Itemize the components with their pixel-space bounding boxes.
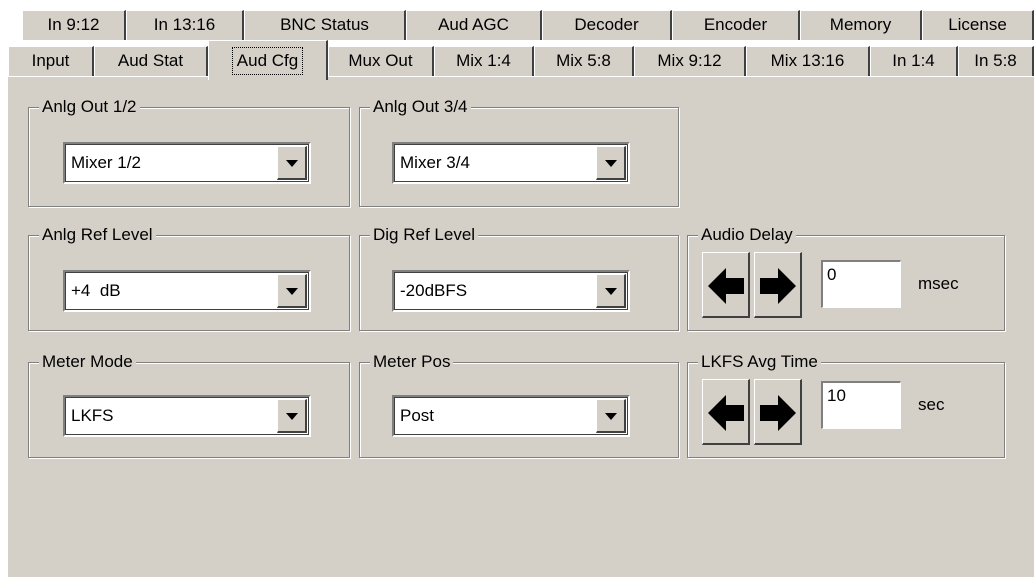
tab-label: BNC Status bbox=[280, 15, 369, 34]
tab-label: License bbox=[948, 15, 1007, 34]
lkfs-avg-time-input[interactable]: 10 bbox=[821, 381, 901, 429]
tab-input[interactable]: Input bbox=[8, 46, 94, 76]
meter-mode-group: Meter Mode LKFS bbox=[28, 351, 350, 458]
audio-delay-group: Audio Delay 0 msec bbox=[687, 224, 1005, 331]
anlg-out-12-select[interactable]: Mixer 1/2 bbox=[63, 142, 311, 184]
audio-delay-input[interactable]: 0 bbox=[821, 260, 901, 308]
select-value: Mixer 1/2 bbox=[71, 153, 141, 172]
group-title: Meter Pos bbox=[370, 351, 454, 373]
dig-ref-level-select[interactable]: -20dBFS bbox=[392, 270, 630, 312]
tab-label: Aud Stat bbox=[117, 51, 184, 70]
tab-mix-9-12[interactable]: Mix 9:12 bbox=[634, 46, 746, 76]
dropdown-triangle-icon bbox=[286, 413, 298, 420]
group-title: Dig Ref Level bbox=[370, 224, 479, 246]
audio-delay-decrease-button[interactable] bbox=[702, 252, 750, 318]
tab-label: Mix 5:8 bbox=[556, 51, 611, 70]
left-arrow-icon bbox=[708, 268, 744, 304]
tab-aud-agc[interactable]: Aud AGC bbox=[406, 10, 542, 40]
anlg-ref-level-group: Anlg Ref Level +4 dB bbox=[28, 224, 350, 331]
group-title: Meter Mode bbox=[39, 351, 136, 373]
right-arrow-icon bbox=[760, 268, 796, 304]
meter-pos-group: Meter Pos Post bbox=[359, 351, 679, 458]
tab-label: Mux Out bbox=[348, 51, 413, 70]
tab-label: Input bbox=[31, 51, 70, 70]
select-value: Mixer 3/4 bbox=[400, 153, 470, 172]
tab-in-9-12[interactable]: In 9:12 bbox=[22, 10, 126, 40]
tab-label: Mix 9:12 bbox=[657, 51, 722, 70]
dropdown-triangle-icon bbox=[605, 160, 617, 167]
dropdown-button[interactable] bbox=[596, 399, 626, 433]
aud-cfg-panel: Anlg Out 1/2 Mixer 1/2 Anlg Out 3/4 Mixe… bbox=[7, 76, 1034, 577]
tab-mix-1-4[interactable]: Mix 1:4 bbox=[434, 46, 534, 76]
tab-label: Aud Cfg bbox=[231, 47, 304, 75]
dropdown-triangle-icon bbox=[605, 413, 617, 420]
anlg-ref-level-select[interactable]: +4 dB bbox=[63, 270, 311, 312]
dropdown-triangle-icon bbox=[286, 288, 298, 295]
dropdown-button[interactable] bbox=[596, 146, 626, 180]
tab-in-1-4[interactable]: In 1:4 bbox=[870, 46, 958, 76]
tab-label: Aud AGC bbox=[438, 15, 509, 34]
dig-ref-level-group: Dig Ref Level -20dBFS bbox=[359, 224, 679, 331]
audio-delay-increase-button[interactable] bbox=[754, 252, 802, 318]
tab-memory[interactable]: Memory bbox=[800, 10, 922, 40]
select-value: LKFS bbox=[71, 406, 114, 425]
group-title: Anlg Ref Level bbox=[39, 224, 156, 246]
tab-label: In 1:4 bbox=[892, 51, 935, 70]
right-arrow-icon bbox=[760, 395, 796, 431]
tab-bnc-status[interactable]: BNC Status bbox=[244, 10, 406, 40]
lkfs-avg-time-unit: sec bbox=[918, 395, 945, 414]
lkfs-avg-time-decrease-button[interactable] bbox=[702, 379, 750, 445]
tab-label: In 5:8 bbox=[974, 51, 1017, 70]
tab-aud-stat[interactable]: Aud Stat bbox=[94, 46, 208, 76]
tab-mix-13-16[interactable]: Mix 13:16 bbox=[746, 46, 870, 76]
group-title: LKFS Avg Time bbox=[698, 351, 821, 373]
select-value: +4 dB bbox=[71, 281, 121, 300]
tab-in-13-16[interactable]: In 13:16 bbox=[126, 10, 244, 40]
tab-mix-5-8[interactable]: Mix 5:8 bbox=[534, 46, 634, 76]
dropdown-triangle-icon bbox=[286, 160, 298, 167]
dropdown-button[interactable] bbox=[277, 146, 307, 180]
select-value: Post bbox=[400, 406, 435, 425]
tab-label: In 9:12 bbox=[47, 15, 100, 34]
dropdown-button[interactable] bbox=[277, 274, 307, 308]
tab-label: Decoder bbox=[574, 15, 639, 34]
select-value: -20dBFS bbox=[400, 281, 468, 300]
meter-pos-select[interactable]: Post bbox=[392, 395, 630, 437]
anlg-out-34-group: Anlg Out 3/4 Mixer 3/4 bbox=[359, 96, 679, 207]
group-title: Anlg Out 1/2 bbox=[39, 96, 140, 118]
tab-decoder[interactable]: Decoder bbox=[542, 10, 672, 40]
left-arrow-icon bbox=[708, 395, 744, 431]
group-title: Anlg Out 3/4 bbox=[370, 96, 471, 118]
tab-encoder[interactable]: Encoder bbox=[672, 10, 800, 40]
anlg-out-34-select[interactable]: Mixer 3/4 bbox=[392, 142, 630, 184]
tab-label: Mix 1:4 bbox=[456, 51, 511, 70]
tab-label: Mix 13:16 bbox=[770, 51, 845, 70]
dropdown-triangle-icon bbox=[605, 288, 617, 295]
lkfs-avg-time-group: LKFS Avg Time 10 sec bbox=[687, 351, 1005, 458]
tab-in-5-8[interactable]: In 5:8 bbox=[958, 46, 1034, 76]
meter-mode-select[interactable]: LKFS bbox=[63, 395, 311, 437]
anlg-out-12-group: Anlg Out 1/2 Mixer 1/2 bbox=[28, 96, 350, 207]
tab-aud-cfg[interactable]: Aud Cfg bbox=[208, 40, 328, 80]
tab-license[interactable]: License bbox=[922, 10, 1034, 40]
tab-label: Encoder bbox=[703, 15, 768, 34]
lkfs-avg-time-increase-button[interactable] bbox=[754, 379, 802, 445]
dropdown-button[interactable] bbox=[277, 399, 307, 433]
tab-label: Memory bbox=[829, 15, 892, 34]
audio-delay-unit: msec bbox=[918, 274, 959, 293]
group-title: Audio Delay bbox=[698, 224, 796, 246]
tab-label: In 13:16 bbox=[153, 15, 216, 34]
tab-mux-out[interactable]: Mux Out bbox=[328, 46, 434, 76]
dropdown-button[interactable] bbox=[596, 274, 626, 308]
